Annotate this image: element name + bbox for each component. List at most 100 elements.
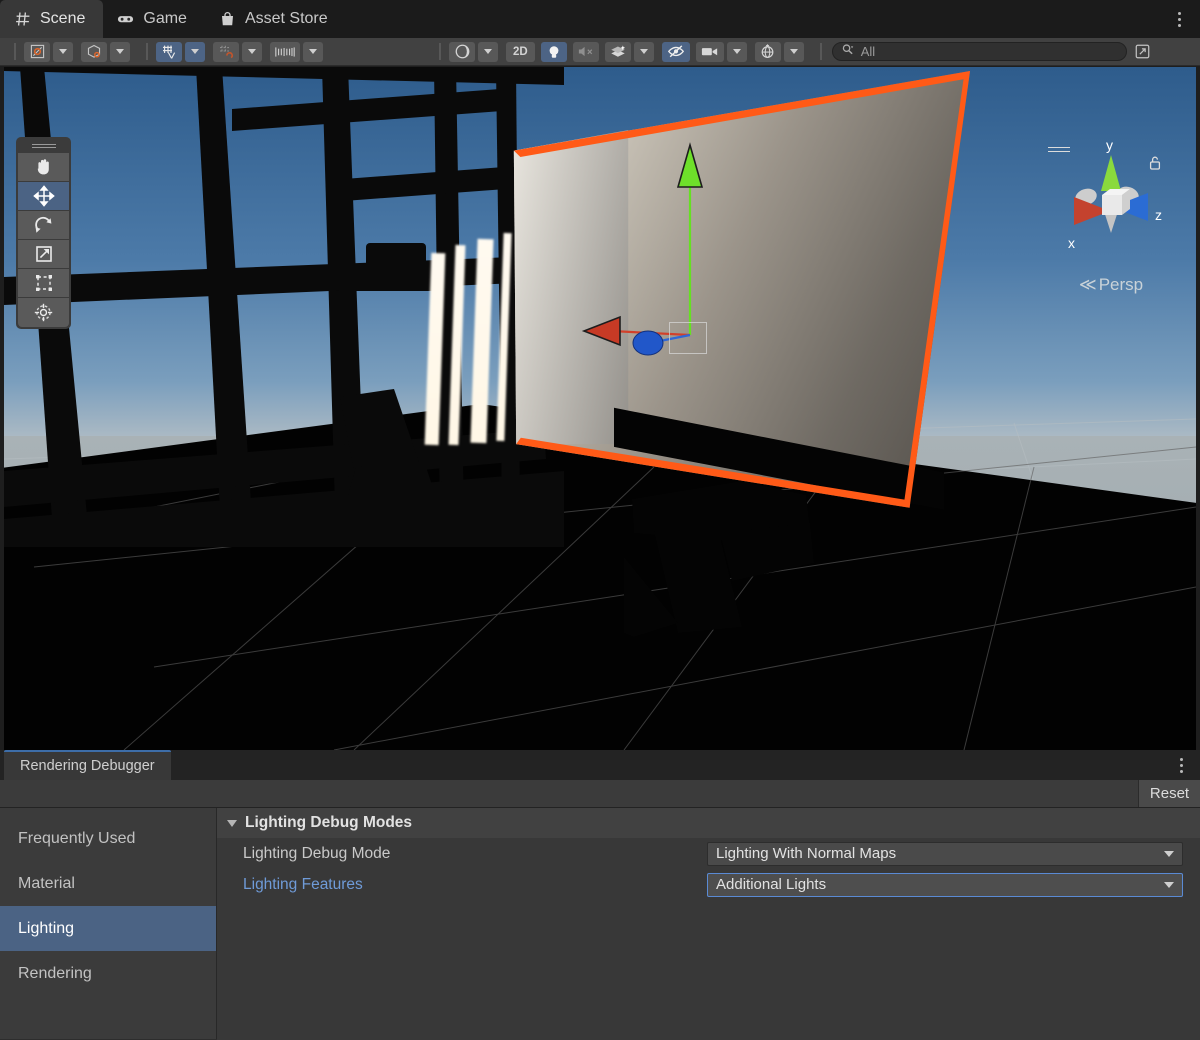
gizmos-dropdown[interactable] [783, 41, 804, 62]
draw-mode-group [449, 41, 501, 62]
chevron-down-icon [191, 49, 199, 54]
editor-tab-bar: Scene Game Asset Store [0, 0, 1200, 38]
move-tool[interactable] [18, 182, 69, 211]
rect-transform-tool[interactable] [18, 269, 69, 298]
handle-rotation-group [81, 41, 133, 62]
rendering-debugger-sidebar: Frequently Used Material Lighting Render… [0, 808, 217, 1040]
global-handle-icon[interactable] [81, 41, 107, 62]
section-header-lighting-debug-modes[interactable]: Lighting Debug Modes [217, 808, 1200, 838]
rendering-debugger-toolbar: Reset [0, 780, 1200, 808]
search-icon [841, 43, 854, 61]
transform-tool[interactable] [18, 298, 69, 327]
grid-visibility-group [270, 41, 326, 62]
unity-editor-window: Scene Game Asset Store 2D All x y z ≪ Pe… [0, 0, 1200, 1040]
rotate-tool[interactable] [18, 211, 69, 240]
camera-group [695, 41, 750, 62]
axis-x-label: x [1068, 235, 1075, 251]
view-tool[interactable] [18, 153, 69, 182]
tab-rendering-debugger[interactable]: Rendering Debugger [4, 750, 171, 780]
grid-snap-dropdown[interactable] [185, 41, 205, 62]
row-lighting-features: Lighting Features Additional Lights [217, 869, 1200, 900]
reset-button[interactable]: Reset [1138, 780, 1200, 807]
tab-asset-store-label: Asset Store [244, 10, 328, 27]
effects-group [604, 41, 657, 62]
maximize-icon[interactable] [1133, 42, 1153, 62]
chevron-down-icon [227, 819, 237, 827]
effects-icon[interactable] [604, 41, 631, 62]
tab-asset-store[interactable]: Asset Store [205, 0, 346, 38]
toolbar-divider [14, 43, 16, 60]
toolbar-divider [819, 43, 822, 60]
axis-z-label: z [1155, 207, 1162, 223]
grid-ruler-icon[interactable] [270, 41, 300, 62]
chevron-down-icon [309, 49, 317, 54]
tab-game[interactable]: Game [103, 0, 205, 38]
chevron-down-icon [732, 49, 741, 54]
chevron-down-icon [484, 49, 492, 54]
grid-visibility-dropdown[interactable] [303, 41, 323, 62]
lighting-features-dropdown[interactable]: Additional Lights [707, 872, 1183, 897]
sidebar-item-label: Rendering [18, 964, 92, 982]
sidebar-item-rendering[interactable]: Rendering [0, 951, 216, 996]
scale-tool[interactable] [18, 240, 69, 269]
pivot-mode-group [24, 41, 76, 62]
chevron-down-icon [639, 49, 648, 54]
camera-dropdown[interactable] [726, 41, 747, 62]
tab-scene[interactable]: Scene [0, 0, 104, 38]
pivot-mode-dropdown[interactable] [53, 41, 73, 62]
grid-snap-icon[interactable] [156, 41, 182, 62]
sidebar-item-frequently-used[interactable]: Frequently Used [0, 816, 216, 861]
gizmo-plane-handle[interactable] [669, 322, 707, 354]
snap-increment-icon[interactable] [213, 41, 239, 62]
snap-increment-group [213, 41, 265, 62]
row-lighting-debug-mode: Lighting Debug Mode Lighting With Normal… [217, 838, 1200, 869]
row-label: Lighting Debug Mode [243, 844, 391, 862]
lighting-debug-mode-dropdown[interactable]: Lighting With Normal Maps [707, 841, 1183, 866]
handle-rotation-dropdown[interactable] [110, 41, 130, 62]
search-value: All [860, 44, 876, 59]
drag-handle[interactable] [18, 139, 69, 153]
projection-arrow-icon: ≪ [1078, 275, 1097, 294]
chevron-down-icon [1164, 881, 1174, 888]
audio-mute-icon[interactable] [572, 41, 599, 62]
axis-y-label: y [1106, 137, 1113, 153]
draw-mode-dropdown[interactable] [478, 41, 498, 62]
dropdown-value: Lighting With Normal Maps [716, 845, 897, 862]
chevron-down-icon [116, 49, 124, 54]
search-input[interactable]: All [831, 42, 1127, 61]
sidebar-item-material[interactable]: Material [0, 861, 216, 906]
scene-orientation-gizmo[interactable]: x y z ≪ Persp [1036, 137, 1186, 299]
chevron-down-icon [248, 49, 256, 54]
chevron-down-icon [1164, 850, 1174, 857]
move-gizmo[interactable] [564, 137, 764, 367]
row-label: Lighting Features [243, 875, 363, 893]
sidebar-item-label: Lighting [18, 919, 75, 937]
scene-tools-overlay [16, 137, 71, 329]
rendering-debugger-content: Lighting Debug Modes Lighting Debug Mode… [217, 808, 1200, 1040]
tab-scene-label: Scene [40, 10, 86, 27]
tab-game-label: Game [143, 10, 187, 27]
pivot-center-icon[interactable] [24, 41, 50, 62]
effects-dropdown[interactable] [633, 41, 654, 62]
camera-icon[interactable] [695, 41, 724, 62]
kebab-menu-icon[interactable] [1174, 756, 1188, 774]
sidebar-item-label: Material [18, 874, 75, 892]
projection-toggle[interactable]: ≪ Persp [1036, 275, 1186, 295]
shaded-sphere-icon[interactable] [449, 41, 475, 62]
toolbar-divider [439, 43, 441, 60]
view-2d-toggle[interactable]: 2D [506, 41, 535, 62]
kebab-menu-icon[interactable] [1172, 9, 1186, 29]
sidebar-item-label: Frequently Used [18, 829, 136, 847]
snap-increment-dropdown[interactable] [242, 41, 262, 62]
scene-viewport[interactable]: x y z ≪ Persp [4, 67, 1196, 750]
rendering-debugger-tab-row: Rendering Debugger [0, 750, 1200, 780]
foreground-prop-silhouette [624, 481, 814, 637]
shopping-bag-icon [219, 11, 236, 28]
sidebar-item-lighting[interactable]: Lighting [0, 906, 216, 951]
lightbulb-icon[interactable] [540, 41, 567, 62]
gamepad-icon [117, 11, 134, 28]
rendering-debugger-panel: Rendering Debugger Reset Frequently Used… [0, 750, 1200, 1040]
gizmos-globe-icon[interactable] [754, 41, 781, 62]
eye-slash-icon[interactable] [661, 41, 690, 62]
toolbar-divider [146, 43, 148, 60]
